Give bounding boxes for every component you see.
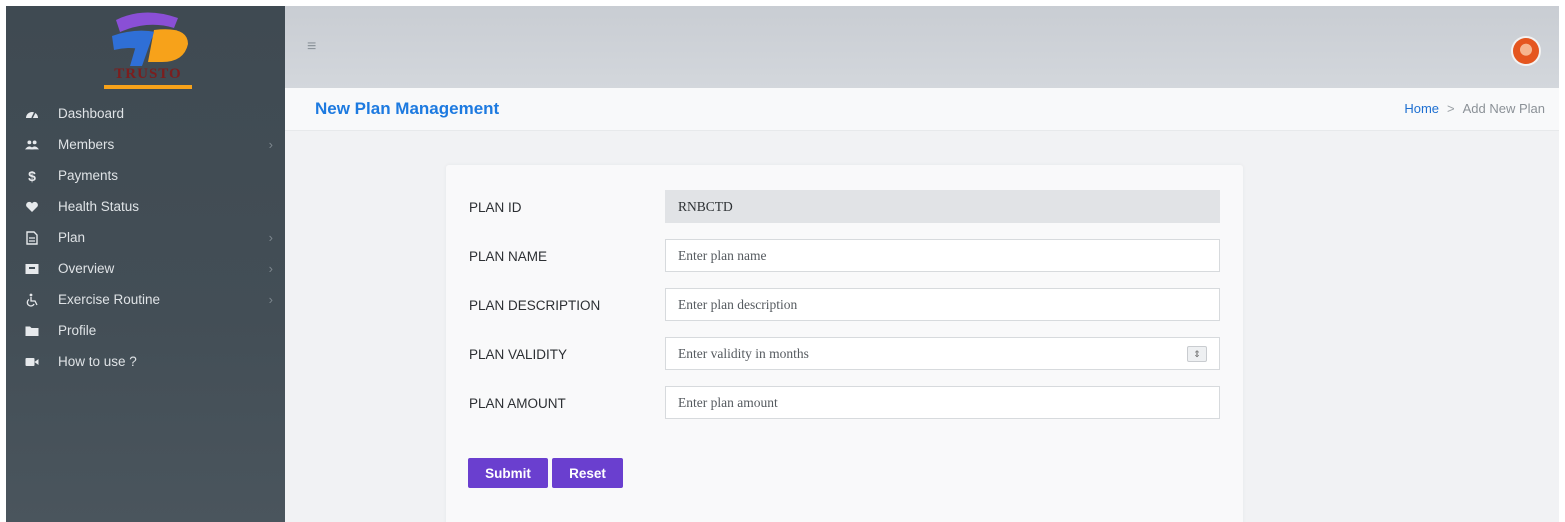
sidebar-item-label: Dashboard	[58, 106, 125, 121]
sidebar-item-health-status[interactable]: Health Status	[6, 191, 285, 222]
form-row-plan-name: PLAN NAME	[446, 239, 1243, 273]
sidebar-item-members[interactable]: Members ›	[6, 129, 285, 160]
sidebar-item-how-to-use[interactable]: How to use ?	[6, 346, 285, 377]
plan-description-label: PLAN DESCRIPTION	[469, 298, 601, 313]
inbox-icon	[25, 262, 39, 276]
plan-id-label: PLAN ID	[469, 200, 522, 215]
app-frame: TRUSTO Dashboard Members › $ Payments He…	[6, 6, 1559, 522]
heart-icon	[25, 200, 39, 214]
sidebar-item-overview[interactable]: Overview ›	[6, 253, 285, 284]
sidebar: TRUSTO Dashboard Members › $ Payments He…	[6, 6, 285, 522]
sidebar-item-label: Members	[58, 137, 115, 152]
video-camera-icon	[25, 355, 39, 369]
hamburger-icon[interactable]: ≡	[307, 38, 316, 56]
chevron-right-icon: ›	[268, 261, 273, 276]
content-header: New Plan Management Home > Add New Plan	[285, 88, 1559, 131]
dollar-icon: $	[28, 167, 36, 184]
plan-validity-label: PLAN VALIDITY	[469, 347, 568, 362]
tachometer-icon	[25, 107, 39, 121]
file-icon	[25, 230, 39, 245]
form-row-plan-amount: PLAN AMOUNT	[446, 386, 1243, 420]
number-spinner-icon[interactable]: ⇕	[1187, 346, 1207, 362]
sidebar-item-label: Profile	[58, 323, 97, 338]
sidebar-nav: Dashboard Members › $ Payments Health St…	[6, 98, 285, 377]
plan-form-card: PLAN ID PLAN NAME PLAN DESCRIPTION PLAN …	[446, 165, 1243, 522]
breadcrumb: Home > Add New Plan	[1404, 101, 1545, 116]
top-header: ≡	[285, 6, 1559, 88]
users-icon	[25, 138, 39, 152]
sidebar-item-profile[interactable]: Profile	[6, 315, 285, 346]
brand-name: TRUSTO	[114, 66, 182, 82]
user-avatar-icon[interactable]	[1513, 38, 1539, 64]
chevron-right-icon: ›	[268, 137, 273, 152]
sidebar-item-label: Plan	[58, 230, 86, 245]
breadcrumb-current: Add New Plan	[1462, 101, 1545, 116]
form-row-plan-validity: PLAN VALIDITY ⇕	[446, 337, 1243, 371]
folder-icon	[25, 324, 39, 338]
plan-name-label: PLAN NAME	[469, 249, 548, 264]
plan-amount-input[interactable]	[665, 386, 1220, 419]
brand-logo[interactable]: TRUSTO	[104, 10, 192, 92]
sidebar-item-label: Health Status	[58, 199, 140, 214]
page-title: New Plan Management	[315, 99, 500, 118]
sidebar-item-dashboard[interactable]: Dashboard	[6, 98, 285, 129]
chevron-right-icon: ›	[268, 292, 273, 307]
plan-description-input[interactable]	[665, 288, 1220, 321]
form-row-plan-id: PLAN ID	[446, 190, 1243, 224]
form-row-plan-description: PLAN DESCRIPTION	[446, 288, 1243, 322]
sidebar-item-label: Overview	[58, 261, 115, 276]
breadcrumb-home-link[interactable]: Home	[1404, 101, 1439, 116]
sidebar-item-exercise-routine[interactable]: Exercise Routine ›	[6, 284, 285, 315]
sidebar-item-plan[interactable]: Plan ›	[6, 222, 285, 253]
logo-mark-icon	[112, 12, 188, 66]
submit-button[interactable]: Submit	[468, 458, 548, 488]
reset-button[interactable]: Reset	[552, 458, 623, 488]
sidebar-item-label: Exercise Routine	[58, 292, 161, 307]
sidebar-item-payments[interactable]: $ Payments	[6, 160, 285, 191]
breadcrumb-separator: >	[1447, 101, 1455, 116]
chevron-right-icon: ›	[268, 230, 273, 245]
wheelchair-icon	[25, 293, 39, 307]
plan-validity-input[interactable]	[665, 337, 1220, 370]
logo-underline	[104, 85, 192, 89]
sidebar-item-label: How to use ?	[58, 354, 137, 369]
plan-name-input[interactable]	[665, 239, 1220, 272]
plan-id-field	[665, 190, 1220, 223]
plan-amount-label: PLAN AMOUNT	[469, 396, 566, 411]
sidebar-item-label: Payments	[58, 168, 119, 183]
